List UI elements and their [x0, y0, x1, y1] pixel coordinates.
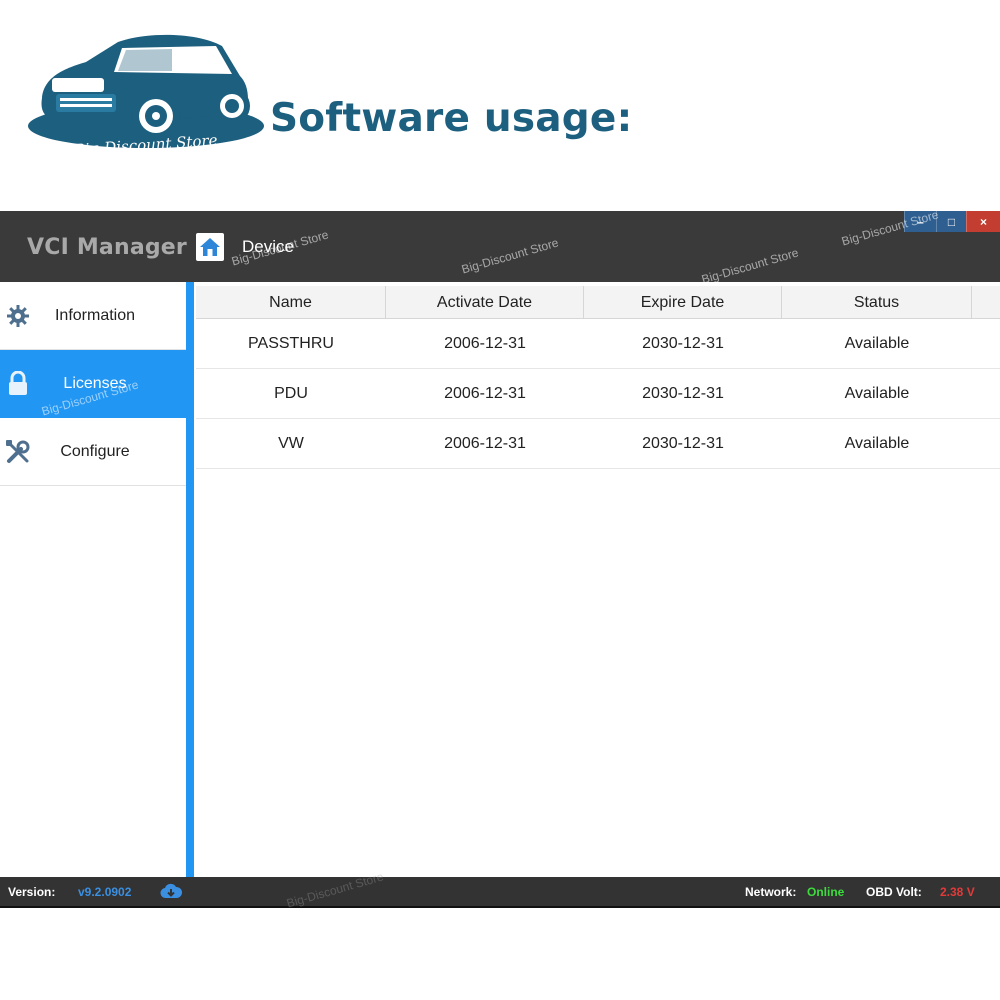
app-name: VCI Manager: [27, 235, 187, 260]
table-row[interactable]: VW 2006-12-31 2030-12-31 Available: [196, 419, 1000, 469]
sidebar-item-configure[interactable]: Configure: [0, 418, 186, 486]
cell-name: PASSTHRU: [248, 335, 334, 352]
sidebar-item-label: Licenses: [63, 374, 127, 392]
version-value: v9.2.0902: [78, 885, 132, 899]
network-status: Online: [807, 885, 845, 899]
cell-activate-date: 2006-12-31: [444, 385, 526, 402]
network-label: Network:: [745, 885, 797, 899]
sidebar-item-label: Configure: [60, 442, 130, 460]
sidebar-item-information[interactable]: Information: [0, 282, 186, 350]
cell-activate-date: 2006-12-31: [444, 335, 526, 352]
column-header-status[interactable]: Status: [782, 286, 972, 319]
cell-status: Available: [844, 385, 910, 402]
obd-volt-label: OBD Volt:: [866, 885, 922, 899]
cell-status: Available: [844, 335, 910, 352]
cell-name: VW: [278, 435, 304, 452]
minimize-button[interactable]: –: [904, 211, 936, 232]
table-row[interactable]: PASSTHRU 2006-12-31 2030-12-31 Available: [196, 319, 1000, 369]
breadcrumb-label[interactable]: Device: [242, 237, 294, 257]
maximize-button[interactable]: □: [936, 211, 966, 232]
table-header: Name Activate Date Expire Date Status: [196, 286, 1000, 319]
cloud-download-icon[interactable]: [160, 883, 182, 901]
sidebar-divider: [186, 282, 194, 877]
store-logo: Big-Discount Store: [28, 34, 264, 159]
sidebar-item-label: Information: [54, 306, 136, 324]
column-header-name[interactable]: Name: [196, 286, 386, 319]
window-controls: – □ ×: [904, 211, 1000, 232]
close-button[interactable]: ×: [966, 211, 1000, 232]
column-header-activate-date[interactable]: Activate Date: [386, 286, 584, 319]
cell-expire-date: 2030-12-31: [642, 385, 724, 402]
version-label: Version:: [8, 885, 56, 899]
table-row[interactable]: PDU 2006-12-31 2030-12-31 Available: [196, 369, 1000, 419]
licenses-table: Name Activate Date Expire Date Status PA…: [196, 286, 1000, 469]
column-header-spacer: [972, 286, 1000, 319]
page-title: Software usage:: [270, 96, 633, 141]
cell-name: PDU: [274, 385, 308, 402]
obd-volt-value: 2.38 V: [940, 885, 975, 899]
cell-expire-date: 2030-12-31: [642, 435, 724, 452]
cell-status: Available: [844, 435, 910, 452]
sidebar-item-licenses[interactable]: Licenses: [0, 350, 186, 418]
vci-manager-window: VCI Manager Device – □ × Information Lic…: [0, 207, 1000, 911]
status-bar: Version: v9.2.0902 Network: Online OBD V…: [0, 877, 1000, 908]
breadcrumb-device[interactable]: Device: [196, 232, 294, 262]
title-bar: VCI Manager Device – □ ×: [0, 211, 1000, 282]
cell-expire-date: 2030-12-31: [642, 335, 724, 352]
home-icon[interactable]: [196, 233, 224, 261]
column-header-expire-date[interactable]: Expire Date: [584, 286, 782, 319]
cell-activate-date: 2006-12-31: [444, 435, 526, 452]
sidebar: Information Licenses Configure: [0, 282, 188, 877]
